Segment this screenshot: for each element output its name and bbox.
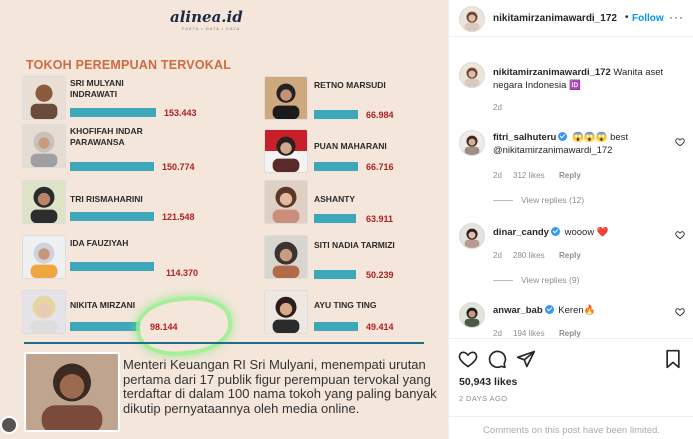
comment-likes[interactable]: 280 likes (513, 251, 545, 260)
like-comment-heart-icon[interactable] (675, 230, 685, 240)
entry-bar (70, 162, 154, 171)
likes-count[interactable]: 50,943 likes (459, 376, 517, 388)
bookmark-icon[interactable] (663, 349, 683, 369)
entry-name: AYU TING TING (314, 300, 377, 310)
portrait-photo (22, 124, 66, 168)
portrait-photo (22, 76, 66, 120)
entry-name: IDA FAUZIYAH (70, 238, 129, 248)
entry-name: KHOFIFAH INDAR PARAWANSA (70, 126, 143, 147)
view-replies-button[interactable]: View replies (12) (493, 195, 584, 205)
verified-badge-icon (544, 305, 554, 314)
caption-username[interactable]: nikitamirzanimawardi_172 (493, 67, 611, 78)
owner-caption: nikitamirzanimawardi_172 Wanita aset neg… (493, 66, 689, 92)
entry-name: RETNO MARSUDI (314, 80, 386, 90)
separator-dot: • (625, 12, 629, 23)
verified-badge-icon (558, 132, 568, 141)
entry-bar (314, 162, 358, 171)
post-image[interactable]: alinea.id FAKTA • DATA • KATA TOKOH PERE… (0, 0, 448, 439)
more-options-icon[interactable]: ··· (669, 10, 684, 24)
comment-body: Keren🔥 (558, 305, 596, 316)
comment-likes[interactable]: 312 likes (513, 171, 545, 180)
reply-button[interactable]: Reply (559, 251, 581, 260)
comments-limited-notice: Comments on this post have been limited. (449, 416, 693, 436)
entry-value: 153.443 (164, 108, 197, 118)
entry-bar (314, 214, 356, 223)
post-side-panel: nikitamirzanimawardi_172 • Follow ··· ni… (448, 0, 693, 439)
verified-badge-icon (550, 227, 560, 236)
header-username[interactable]: nikitamirzanimawardi_172 (493, 13, 617, 24)
entry-value: 50.239 (366, 270, 394, 280)
reply-button[interactable]: Reply (559, 171, 581, 180)
portrait-photo (264, 129, 308, 173)
entry-value: 66.984 (366, 110, 394, 120)
entry-bar (70, 212, 154, 221)
brand-logo: alinea.id (170, 8, 243, 26)
post-date: 2 DAYS AGO (459, 394, 508, 403)
comment-username[interactable]: anwar_bab (493, 305, 543, 316)
share-icon[interactable] (516, 349, 536, 369)
like-comment-heart-icon[interactable] (675, 137, 685, 147)
comment-time: 2d (493, 251, 502, 260)
entry-name: TRI RISMAHARINI (70, 194, 143, 204)
comment-time: 2d (493, 329, 502, 338)
entry-value: 49.414 (366, 322, 394, 332)
portrait-photo (264, 235, 308, 279)
post-header: nikitamirzanimawardi_172 • Follow ··· (449, 0, 693, 37)
user-avatar-icon[interactable] (0, 416, 18, 434)
entry-value: 66.716 (366, 162, 394, 172)
brand-tagline: FAKTA • DATA • KATA (182, 26, 241, 31)
comment-likes[interactable]: 194 likes (513, 329, 545, 338)
comment-username[interactable]: fitri_salhuteru (493, 132, 556, 143)
entry-name: ASHANTY (314, 194, 356, 204)
comment-username[interactable]: dinar_candy (493, 227, 549, 238)
portrait-photo (22, 235, 66, 279)
entry-bar (314, 322, 358, 331)
avatar[interactable] (459, 130, 485, 156)
entry-bar (314, 270, 356, 279)
entry-bar (70, 108, 156, 117)
like-comment-heart-icon[interactable] (675, 307, 685, 317)
avatar[interactable] (459, 6, 485, 32)
comment-text: fitri_salhuteru 😱😱😱 best @nikitamirzanim… (493, 131, 673, 157)
divider-line (24, 342, 424, 344)
entry-value: 63.911 (366, 214, 394, 224)
comment-body: wooow ❤️ (564, 227, 609, 238)
entry-bar (70, 322, 140, 331)
entry-name: SITI NADIA TARMIZI (314, 240, 395, 250)
entry-value: 121.548 (162, 212, 195, 222)
entry-name: PUAN MAHARANI (314, 141, 387, 151)
avatar[interactable] (459, 62, 485, 88)
avatar[interactable] (459, 302, 485, 328)
portrait-photo (264, 180, 308, 224)
caption-portrait (24, 352, 120, 432)
reply-button[interactable]: Reply (559, 329, 581, 338)
caption-time: 2d (493, 103, 502, 112)
infographic-title: TOKOH PEREMPUAN TERVOKAL (26, 58, 232, 72)
portrait-photo (264, 76, 308, 120)
entry-value: 150.774 (162, 162, 195, 172)
follow-button[interactable]: Follow (632, 13, 664, 24)
infographic-caption: Menteri Keuangan RI Sri Mulyani, menempa… (123, 357, 437, 416)
entry-name: SRI MULYANI INDRAWATI (70, 78, 124, 99)
comment-text: dinar_candy wooow ❤️ (493, 226, 673, 239)
portrait-photo (22, 180, 66, 224)
heart-icon[interactable] (458, 349, 478, 369)
entry-bar (314, 110, 358, 119)
comment-time: 2d (493, 171, 502, 180)
entry-value: 114.370 (166, 268, 199, 278)
portrait-photo (22, 290, 66, 334)
comment-icon[interactable] (487, 349, 507, 369)
view-replies-button[interactable]: View replies (9) (493, 275, 579, 285)
comment-text: anwar_bab Keren🔥 (493, 304, 673, 317)
entry-bar (70, 262, 154, 271)
post-actions: 50,943 likes 2 DAYS AGO Comments on this… (449, 338, 693, 438)
portrait-photo (264, 290, 308, 334)
avatar[interactable] (459, 223, 485, 249)
